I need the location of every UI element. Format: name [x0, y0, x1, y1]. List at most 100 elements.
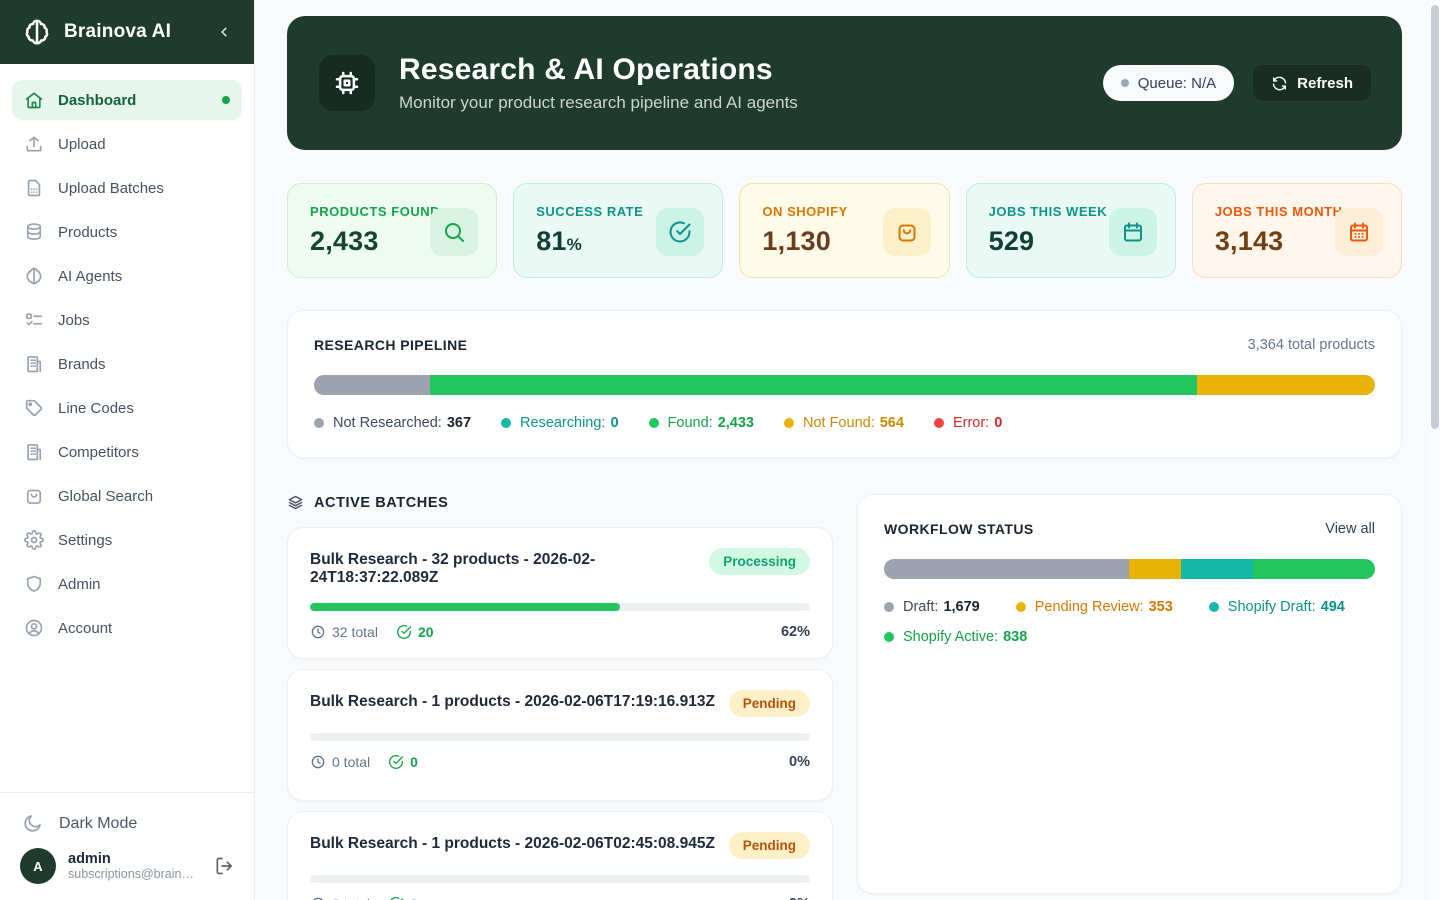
sidebar-item-jobs[interactable]: Jobs: [12, 300, 242, 340]
scrollbar-track: [1430, 0, 1440, 900]
legend-item: Not Researched:367: [314, 415, 471, 431]
stat-card-products-found: PRODUCTS FOUND 2,433: [287, 183, 497, 278]
check-circle-icon: [388, 754, 410, 770]
avatar: A: [20, 848, 56, 884]
batch-percent: 62%: [781, 624, 810, 640]
sidebar-item-brands[interactable]: Brands: [12, 344, 242, 384]
batch-total: 0 total: [310, 896, 370, 900]
sidebar-collapse-button[interactable]: [212, 20, 236, 44]
legend-item: Shopify Active:838: [884, 629, 1027, 645]
stat-value: 81: [536, 226, 566, 256]
brain-logo-icon: [22, 17, 52, 47]
stat-card-jobs-this-week: JOBS THIS WEEK 529: [966, 183, 1176, 278]
sidebar-item-label: Admin: [58, 576, 101, 593]
batch-progress-fill: [310, 603, 620, 611]
dark-mode-toggle[interactable]: Dark Mode: [20, 807, 234, 848]
queue-label: Queue: N/A: [1138, 75, 1216, 92]
sidebar-item-dashboard[interactable]: Dashboard: [12, 80, 242, 120]
active-batches-title: ACTIVE BATCHES: [314, 495, 448, 511]
search-icon: [430, 208, 478, 256]
legend-item: Researching:0: [501, 415, 619, 431]
sidebar-item-upload[interactable]: Upload: [12, 124, 242, 164]
sidebar-item-label: Brands: [58, 356, 106, 373]
legend-item: Not Found:564: [784, 415, 904, 431]
logout-button[interactable]: [214, 856, 234, 876]
queue-dot: [1121, 79, 1129, 87]
queue-status-badge: Queue: N/A: [1103, 65, 1234, 101]
sidebar-item-label: Dashboard: [58, 92, 136, 109]
stat-value: 3,143: [1215, 226, 1284, 256]
brain-icon: [24, 266, 44, 286]
view-all-link[interactable]: View all: [1325, 521, 1375, 537]
sidebar-item-upload-batches[interactable]: Upload Batches: [12, 168, 242, 208]
batch-progress-track: [310, 603, 810, 611]
batch-done-count: 20: [396, 624, 434, 640]
sidebar-item-label: Line Codes: [58, 400, 134, 417]
shield-icon: [24, 574, 44, 594]
pipeline-legend: Not Researched:367 Researching:0 Found:2…: [314, 415, 1375, 431]
sidebar-item-products[interactable]: Products: [12, 212, 242, 252]
batch-card[interactable]: Bulk Research - 1 products - 2026-02-06T…: [287, 811, 833, 900]
sidebar-item-competitors[interactable]: Competitors: [12, 432, 242, 472]
sidebar-item-admin[interactable]: Admin: [12, 564, 242, 604]
scrollbar-thumb[interactable]: [1431, 5, 1439, 429]
batch-percent: 0%: [789, 754, 810, 770]
layers-icon: [287, 494, 304, 511]
dark-mode-label: Dark Mode: [59, 815, 137, 833]
stat-value: 529: [989, 226, 1035, 256]
moon-icon: [22, 813, 43, 834]
clock-icon: [310, 896, 332, 900]
segment-not-found: [1197, 375, 1375, 395]
sidebar-item-settings[interactable]: Settings: [12, 520, 242, 560]
sidebar-item-label: AI Agents: [58, 268, 122, 285]
batch-card[interactable]: Bulk Research - 32 products - 2026-02-24…: [287, 527, 833, 659]
research-pipeline-card: RESEARCH PIPELINE 3,364 total products N…: [287, 310, 1402, 458]
stats-row: PRODUCTS FOUND 2,433 SUCCESS RATE 81% ON…: [287, 183, 1402, 278]
legend-item: Found:2,433: [649, 415, 754, 431]
batch-status-badge: Processing: [709, 548, 810, 575]
refresh-button[interactable]: Refresh: [1252, 64, 1372, 102]
pipeline-progress-bar: [314, 375, 1375, 395]
home-icon: [24, 90, 44, 110]
sidebar-item-label: Settings: [58, 532, 112, 549]
sidebar-item-account[interactable]: Account: [12, 608, 242, 648]
pipeline-title: RESEARCH PIPELINE: [314, 337, 467, 353]
file-batch-icon: [24, 178, 44, 198]
building-icon: [24, 442, 44, 462]
sidebar-item-line-codes[interactable]: Line Codes: [12, 388, 242, 428]
shopping-bag-icon: [24, 486, 44, 506]
active-batches-section: ACTIVE BATCHES Bulk Research - 32 produc…: [287, 494, 833, 900]
check-circle-icon: [656, 208, 704, 256]
sidebar-item-label: Products: [58, 224, 117, 241]
segment-not-researched: [314, 375, 430, 395]
stat-card-success-rate: SUCCESS RATE 81%: [513, 183, 723, 278]
batch-progress-track: [310, 875, 810, 883]
sidebar-item-global-search[interactable]: Global Search: [12, 476, 242, 516]
sidebar-nav: Dashboard Upload Upload Batches Products…: [0, 64, 254, 792]
batch-status-badge: Pending: [729, 690, 810, 717]
stat-card-on-shopify: ON SHOPIFY 1,130: [739, 183, 949, 278]
workflow-title: WORKFLOW STATUS: [884, 521, 1034, 537]
clock-icon: [310, 754, 332, 770]
building-icon: [24, 354, 44, 374]
stat-value: 1,130: [762, 226, 831, 256]
sidebar-item-label: Account: [58, 620, 112, 637]
gear-icon: [24, 530, 44, 550]
batch-percent: 0%: [789, 896, 810, 900]
sidebar: Brainova AI Dashboard Upload Upload Batc…: [0, 0, 255, 900]
logout-icon: [214, 856, 234, 876]
clock-icon: [310, 624, 332, 640]
user-email: subscriptions@brainov...: [68, 867, 198, 881]
shopping-bag-icon: [883, 208, 931, 256]
batch-progress-track: [310, 733, 810, 741]
sidebar-item-ai-agents[interactable]: AI Agents: [12, 256, 242, 296]
sidebar-header: Brainova AI: [0, 0, 254, 64]
batch-total: 32 total: [310, 624, 378, 640]
segment-draft: [884, 559, 1129, 579]
stat-value: 2,433: [310, 226, 379, 256]
upload-icon: [24, 134, 44, 154]
batch-card[interactable]: Bulk Research - 1 products - 2026-02-06T…: [287, 669, 833, 801]
database-icon: [24, 222, 44, 242]
user-name: admin: [68, 851, 214, 867]
refresh-label: Refresh: [1297, 75, 1353, 92]
